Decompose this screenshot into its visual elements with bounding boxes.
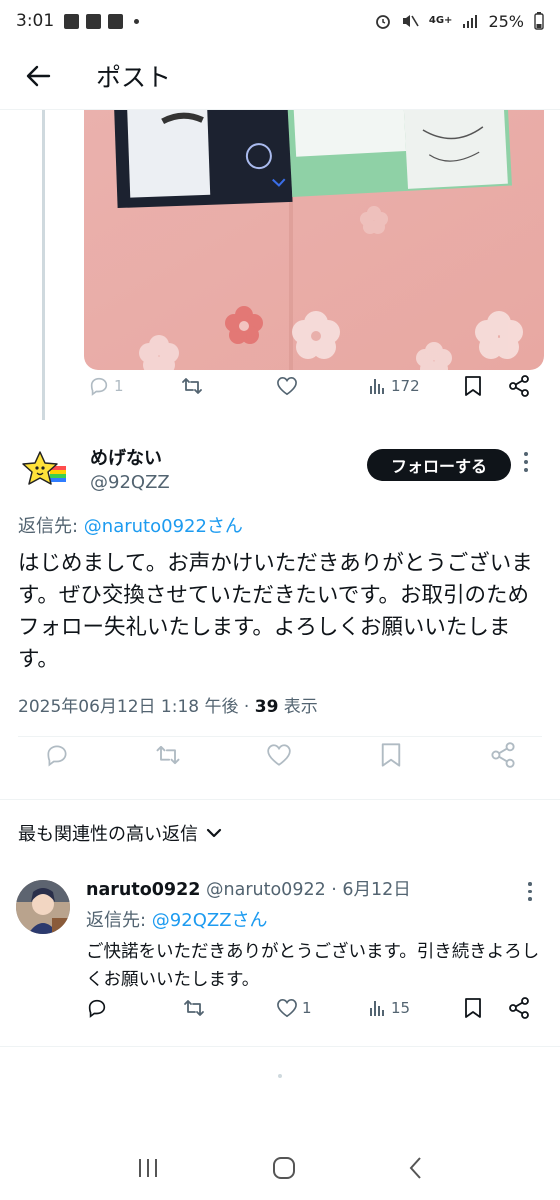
retweet-button[interactable] <box>182 997 206 1019</box>
post-view-suffix: 表示 <box>278 697 318 717</box>
like-button[interactable] <box>276 376 298 396</box>
signal-icon <box>463 15 478 28</box>
network-type: 4G+ <box>428 15 453 26</box>
more-icon[interactable] <box>524 452 528 472</box>
back-button[interactable] <box>18 56 58 96</box>
post-timestamp[interactable]: 2025年06月12日 1:18 午後 · <box>18 697 255 717</box>
home-icon <box>273 1157 295 1179</box>
retweet-button[interactable] <box>154 742 182 768</box>
like-icon <box>267 744 291 766</box>
retweet-icon <box>184 1000 204 1016</box>
bookmark-button[interactable] <box>464 375 482 397</box>
views-icon <box>370 379 384 394</box>
battery-percent: 25% <box>488 11 524 31</box>
view-count: 15 <box>391 999 411 1017</box>
reply-icon <box>88 999 106 1018</box>
views-icon <box>370 1001 384 1016</box>
avatar[interactable] <box>16 880 70 934</box>
bookmark-icon <box>465 376 481 396</box>
reply-count: 1 <box>114 377 124 395</box>
chevron-down-icon <box>206 828 222 838</box>
reply-button[interactable]: 1 <box>88 375 124 397</box>
alarm-icon <box>375 15 390 29</box>
view-count: 172 <box>391 377 420 395</box>
retweet-icon <box>182 378 202 394</box>
reply-to-line: 返信先: @92QZZさん <box>86 906 268 932</box>
share-button[interactable] <box>490 742 516 768</box>
back-arrow-icon <box>26 65 51 86</box>
loading-indicator <box>278 1074 282 1078</box>
views-button[interactable]: 15 <box>369 999 410 1017</box>
app-icon <box>108 13 124 29</box>
notification-icons <box>64 13 140 29</box>
like-count: 1 <box>302 999 312 1017</box>
reply-icon <box>90 377 108 396</box>
chevron-left-icon <box>409 1157 421 1179</box>
share-button[interactable] <box>508 997 530 1019</box>
status-bar: 3:01 4G+ 25% <box>0 0 560 42</box>
like-icon <box>277 376 297 396</box>
divider <box>18 736 542 737</box>
reply-icon <box>47 745 67 767</box>
post-view-count: 39 <box>254 697 279 717</box>
home-button[interactable] <box>272 1156 296 1184</box>
battery-icon <box>534 12 544 30</box>
more-notifications-icon <box>134 18 140 24</box>
reply-button[interactable] <box>86 997 108 1019</box>
divider <box>0 1046 560 1047</box>
reply-sort-selector[interactable]: 最も関連性の高い返信 <box>18 820 222 846</box>
share-icon <box>509 375 529 397</box>
retweet-icon <box>156 745 180 765</box>
share-icon <box>509 997 529 1019</box>
reply-to-mention[interactable]: @92QZZさん <box>152 910 268 931</box>
photo-content <box>84 110 544 370</box>
post-metadata: 2025年06月12日 1:18 午後 · 39 表示 <box>18 692 318 717</box>
bookmark-button[interactable] <box>464 997 482 1019</box>
star-avatar-icon <box>22 451 66 485</box>
reply-to-line: 返信先: @naruto0922さん <box>18 512 243 538</box>
like-button[interactable]: 1 <box>276 998 312 1018</box>
status-time: 3:01 <box>16 11 55 31</box>
reply-to-prefix: 返信先: <box>18 516 84 537</box>
follow-button[interactable]: フォローする <box>367 449 511 481</box>
like-button[interactable] <box>266 743 292 767</box>
reply-author-name[interactable]: naruto0922 <box>86 880 200 900</box>
back-nav-button[interactable] <box>408 1156 424 1184</box>
reply-header: naruto0922 @naruto0922 · 6月12日 <box>86 876 411 901</box>
author-handle[interactable]: @92QZZ <box>90 472 170 493</box>
top-bar: ポスト <box>0 42 560 110</box>
app-icon <box>86 13 102 29</box>
system-icons: 4G+ 25% <box>375 12 544 31</box>
system-nav-bar <box>0 1140 560 1200</box>
like-icon <box>277 998 297 1018</box>
views-button[interactable]: 172 <box>369 377 420 395</box>
post-text: はじめまして。お声かけいただきありがとうございます。ぜひ交換させていただきたいで… <box>18 551 533 672</box>
avatar[interactable] <box>20 448 68 496</box>
reply-author-meta: @naruto0922 · 6月12日 <box>200 880 411 900</box>
author-name[interactable]: めげない <box>90 444 162 470</box>
sort-label: 最も関連性の高い返信 <box>18 824 198 845</box>
bookmark-button[interactable] <box>380 742 402 768</box>
bookmark-icon <box>381 743 401 767</box>
reply-to-mention[interactable]: @naruto0922さん <box>84 516 243 537</box>
retweet-button[interactable] <box>180 375 204 397</box>
share-icon <box>491 742 515 768</box>
reply-avatar-image <box>16 880 70 934</box>
page-title: ポスト <box>96 62 172 92</box>
recent-apps-button[interactable] <box>136 1157 160 1183</box>
thread-connector <box>42 110 45 420</box>
bookmark-icon <box>465 998 481 1018</box>
more-icon[interactable] <box>528 882 532 901</box>
mute-icon <box>402 15 419 27</box>
reply-button[interactable] <box>44 742 70 768</box>
reply-to-prefix: 返信先: <box>86 910 152 931</box>
reply-text: ご快諾をいただきありがとうございます。引き続きよろしくお願いいたします。 <box>86 942 540 990</box>
share-button[interactable] <box>508 375 530 397</box>
gallery-icon <box>64 13 80 29</box>
divider <box>0 799 560 800</box>
post-image[interactable] <box>84 110 544 370</box>
recent-apps-icon <box>139 1159 157 1177</box>
